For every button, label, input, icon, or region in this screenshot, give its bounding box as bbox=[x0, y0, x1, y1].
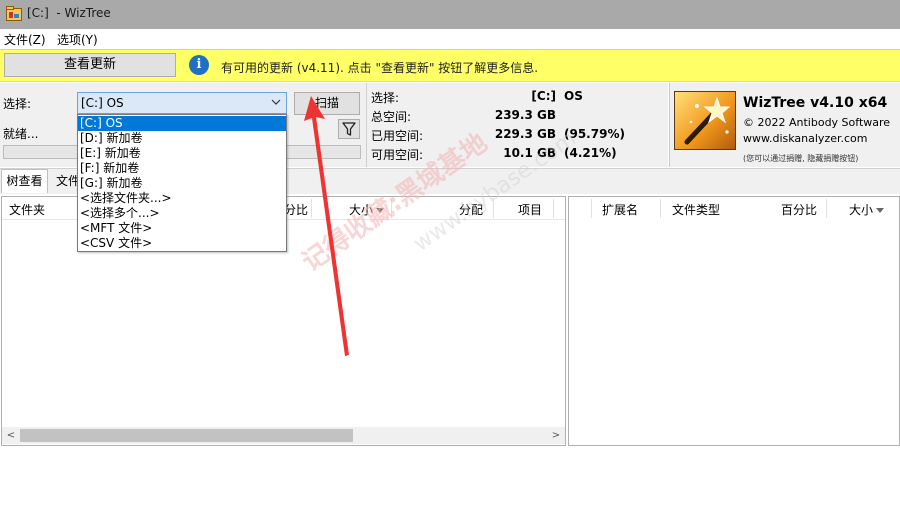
dropdown-option[interactable]: [D:] 新加卷 bbox=[78, 131, 286, 146]
menu-file[interactable]: 文件(Z) bbox=[4, 31, 46, 48]
about-copyright: © 2022 Antibody Software bbox=[743, 116, 891, 129]
scroll-left-icon[interactable]: < bbox=[4, 429, 18, 442]
status-label: 就绪... bbox=[3, 127, 39, 141]
column-folder[interactable]: 文件夹 bbox=[9, 201, 45, 218]
tab-tree-view[interactable]: 树查看 bbox=[1, 169, 48, 193]
column-separator[interactable] bbox=[311, 199, 312, 218]
app-icon bbox=[6, 6, 22, 21]
sort-desc-icon bbox=[876, 208, 885, 213]
file-type-pane[interactable] bbox=[568, 196, 900, 446]
total-space-label: 总空间: bbox=[371, 110, 412, 124]
column-separator[interactable] bbox=[826, 199, 827, 218]
select-label: 选择: bbox=[3, 97, 32, 111]
about-title: WizTree v4.10 x64 bbox=[743, 95, 888, 111]
stats-select-label: 选择: bbox=[371, 91, 400, 105]
used-space-label: 已用空间: bbox=[371, 129, 424, 143]
menu-options[interactable]: 选项(Y) bbox=[57, 31, 98, 48]
dropdown-option[interactable]: [E:] 新加卷 bbox=[78, 146, 286, 161]
dropdown-option[interactable]: <MFT 文件> bbox=[78, 221, 286, 236]
filter-icon bbox=[342, 122, 356, 136]
total-space-value: 239.3 GB bbox=[494, 108, 556, 122]
about-website-link[interactable]: www.diskanalyzer.com bbox=[743, 132, 868, 145]
dropdown-option[interactable]: [C:] OS bbox=[78, 116, 286, 131]
dropdown-option[interactable]: [F:] 新加卷 bbox=[78, 161, 286, 176]
sort-desc-icon bbox=[376, 208, 385, 213]
scrollbar-thumb[interactable] bbox=[20, 429, 353, 442]
dropdown-option[interactable]: <选择多个...> bbox=[78, 206, 286, 221]
stats-select-drive: [C:] bbox=[531, 89, 556, 103]
column-size[interactable]: 大小 bbox=[349, 201, 385, 218]
column-type-percent[interactable]: 百分比 bbox=[781, 201, 817, 218]
used-space-value: 229.3 GB bbox=[494, 127, 556, 141]
column-type-size-label: 大小 bbox=[849, 203, 874, 217]
column-type-size[interactable]: 大小 bbox=[849, 201, 885, 218]
about-donate-note: (您可以通过捐赠, 隐藏捐赠按钮) bbox=[743, 154, 859, 163]
info-icon: i bbox=[189, 55, 209, 75]
window-title: [C:] - WizTree bbox=[27, 6, 111, 20]
used-space-percent: (95.79%) bbox=[564, 127, 625, 141]
column-separator[interactable] bbox=[493, 199, 494, 218]
column-extension[interactable]: 扩展名 bbox=[602, 201, 638, 218]
chevron-down-icon[interactable] bbox=[271, 96, 281, 108]
free-space-percent: (4.21%) bbox=[564, 146, 617, 160]
check-update-button[interactable]: 查看更新 bbox=[4, 53, 176, 77]
wiztree-logo-icon[interactable] bbox=[674, 91, 736, 150]
drive-select-value: [C:] OS bbox=[81, 96, 124, 110]
column-file-type[interactable]: 文件类型 bbox=[672, 201, 720, 218]
free-space-label: 可用空间: bbox=[371, 148, 424, 162]
column-separator[interactable] bbox=[391, 199, 392, 218]
column-separator[interactable] bbox=[591, 199, 592, 218]
title-bar bbox=[0, 0, 900, 29]
scroll-right-icon[interactable]: > bbox=[549, 429, 563, 442]
column-items[interactable]: 项目 bbox=[518, 201, 542, 218]
free-space-value: 10.1 GB bbox=[503, 146, 556, 160]
menu-bar: 文件(Z) 选项(Y) bbox=[0, 29, 900, 49]
scan-button[interactable]: 扫描 bbox=[294, 92, 360, 115]
dropdown-option[interactable]: [G:] 新加卷 bbox=[78, 176, 286, 191]
dropdown-option[interactable]: <选择文件夹...> bbox=[78, 191, 286, 206]
column-percent[interactable]: 分比 bbox=[284, 201, 308, 218]
dropdown-option[interactable]: <CSV 文件> bbox=[78, 236, 286, 251]
column-allocated[interactable]: 分配 bbox=[459, 201, 483, 218]
stats-select-name: OS bbox=[564, 89, 583, 103]
column-separator[interactable] bbox=[553, 199, 554, 218]
column-separator[interactable] bbox=[660, 199, 661, 218]
column-size-label: 大小 bbox=[349, 203, 374, 217]
update-message: 有可用的更新 (v4.11). 点击 "查看更新" 按钮了解更多信息. bbox=[221, 61, 539, 75]
filter-button[interactable] bbox=[338, 119, 360, 139]
